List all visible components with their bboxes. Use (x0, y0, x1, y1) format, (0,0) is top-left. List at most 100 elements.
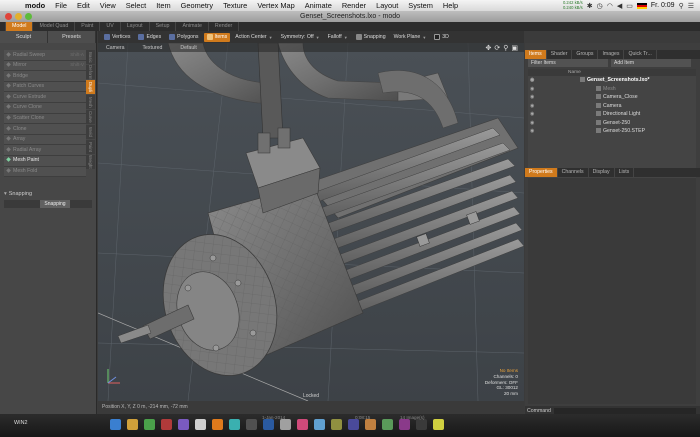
tab-model[interactable]: Model (6, 22, 34, 31)
snapping-section-header[interactable]: ▾ Snapping (4, 191, 32, 197)
view-camera-label[interactable]: Camera (106, 45, 124, 51)
time-machine-icon[interactable]: ◷ (597, 2, 603, 10)
move-view-icon[interactable]: ✥ (485, 44, 491, 52)
app-icon[interactable] (297, 419, 308, 430)
spotlight-icon[interactable]: ⚲ (679, 2, 684, 10)
visibility-eye-icon[interactable]: ◉ (530, 127, 534, 136)
menu-view[interactable]: View (95, 1, 121, 10)
snapping-toggle[interactable]: Snapping (353, 33, 389, 42)
menu-vertex-map[interactable]: Vertex Map (252, 1, 299, 10)
tab-sculpt[interactable]: Sculpt (0, 31, 48, 43)
tool-patch-curves[interactable]: ◆ Patch Curves (4, 81, 86, 93)
polygons-button[interactable]: Polygons (166, 33, 201, 42)
3d-viewport[interactable]: Camera Textured Default ✥ ⟳ ⚲ ▣ No Items… (98, 43, 524, 401)
vertices-button[interactable]: Vertices (101, 33, 133, 42)
app-icon[interactable] (110, 419, 121, 430)
tab-presets[interactable]: Presets (48, 31, 96, 43)
app-icon[interactable] (229, 419, 240, 430)
tree-item[interactable]: ◉ Genset-250.STEP (528, 127, 696, 136)
tree-item[interactable]: ◉ Camera_Close (528, 93, 696, 102)
maximize-view-icon[interactable]: ▣ (511, 44, 518, 52)
tree-item[interactable]: ◉ Directional Light (528, 110, 696, 119)
tree-item[interactable]: ◉ Genset_Screenshots.lxo* (528, 76, 696, 85)
menu-help[interactable]: Help (438, 1, 463, 10)
tab-animate[interactable]: Animate (176, 22, 209, 31)
vtab-dupli[interactable]: Dupli (86, 80, 95, 94)
close-window-icon[interactable] (5, 13, 12, 20)
tree-item[interactable]: ◉ Camera (528, 102, 696, 111)
vtab-basic[interactable]: Basic (86, 50, 95, 64)
vtab-curve[interactable]: Curve (86, 110, 95, 124)
tab-layout[interactable]: Layout (121, 22, 150, 31)
tab-lists[interactable]: Lists (615, 168, 635, 177)
tab-channels[interactable]: Channels (558, 168, 589, 177)
notification-icon[interactable]: ☰ (688, 2, 694, 10)
vtab-weld[interactable]: Weld (86, 125, 95, 139)
tool-mirror[interactable]: ◆ Mirror Shift-V (4, 60, 86, 72)
input-flag-icon[interactable] (636, 2, 647, 9)
app-icon[interactable] (314, 419, 325, 430)
clock[interactable]: Fr. 0:09 (651, 2, 675, 9)
items-button[interactable]: Items (203, 32, 231, 42)
app-icon[interactable] (348, 419, 359, 430)
viewport-scene[interactable] (98, 43, 524, 401)
tab-properties[interactable]: Properties (525, 168, 558, 177)
tab-display[interactable]: Display (589, 168, 615, 177)
menu-file[interactable]: File (50, 1, 72, 10)
app-icon[interactable] (263, 419, 274, 430)
bluetooth-icon[interactable]: ✱ (587, 2, 593, 10)
menu-geometry[interactable]: Geometry (176, 1, 218, 10)
rotate-view-icon[interactable]: ⟳ (494, 44, 500, 52)
tab-items[interactable]: Items (525, 50, 547, 59)
view-shading-label[interactable]: Default (180, 45, 196, 51)
menu-texture[interactable]: Texture (218, 1, 252, 10)
app-icon[interactable] (382, 419, 393, 430)
tab-model-quad[interactable]: Model Quad (33, 22, 76, 31)
visibility-eye-icon[interactable]: ◉ (530, 102, 534, 111)
tool-mesh-paint[interactable]: ◆ Mesh Paint (4, 155, 86, 167)
snapping-button[interactable]: Snapping (40, 200, 70, 208)
menu-render[interactable]: Render (337, 1, 371, 10)
minimize-window-icon[interactable] (15, 13, 22, 20)
zoom-view-icon[interactable]: ⚲ (503, 44, 508, 52)
app-icon[interactable] (144, 419, 155, 430)
work-plane-dropdown[interactable]: Work Plane ▼ (391, 33, 430, 42)
visibility-eye-icon[interactable]: ◉ (530, 110, 534, 119)
tree-item[interactable]: ◉ Genset-250 (528, 119, 696, 128)
edges-button[interactable]: Edges (135, 33, 164, 42)
app-icon[interactable] (212, 419, 223, 430)
tab-uv[interactable]: UV (100, 22, 121, 31)
menu-select[interactable]: Select (121, 1, 152, 10)
menu-modo[interactable]: modo (20, 1, 50, 10)
app-icon[interactable] (127, 419, 138, 430)
volume-icon[interactable]: ◀ (617, 2, 622, 10)
visibility-eye-icon[interactable]: ◉ (530, 93, 534, 102)
symmetry-dropdown[interactable]: Symmetry: Off ▼ (278, 33, 323, 42)
tool-radial-array[interactable]: ◆ Radial Array (4, 145, 86, 156)
action-center-dropdown[interactable]: Action Center ▼ (232, 33, 275, 42)
menu-item[interactable]: Item (151, 1, 175, 10)
tab-shader[interactable]: Shader (547, 50, 573, 59)
app-icon[interactable] (195, 419, 206, 430)
tool-bridge[interactable]: ◆ Bridge (4, 71, 86, 82)
tab-quick-tr-[interactable]: Quick Tr... (624, 50, 657, 59)
vtab-mesh[interactable]: Mesh (86, 95, 95, 109)
view-mode-label[interactable]: Textured (142, 45, 162, 51)
tool-mesh-fold[interactable]: ◆ Mesh Fold (4, 166, 86, 178)
tab-paint[interactable]: Paint (75, 22, 101, 31)
menu-layout[interactable]: Layout (371, 1, 403, 10)
tab-images[interactable]: Images (598, 50, 625, 59)
tool-scatter-clone[interactable]: ◆ Scatter Clone (4, 113, 86, 125)
tab-setup[interactable]: Setup (150, 22, 177, 31)
taskbar-window-label[interactable]: WIN2 (14, 420, 27, 426)
tab-render[interactable]: Render (209, 22, 240, 31)
falloff-dropdown[interactable]: Falloff ▼ (325, 33, 351, 42)
menu-edit[interactable]: Edit (72, 1, 95, 10)
collapse-triangle-icon[interactable]: ▾ (4, 191, 7, 197)
vtab-deform[interactable]: Deform (86, 65, 95, 79)
tool-array[interactable]: ◆ Array (4, 134, 86, 146)
visibility-eye-icon[interactable]: ◉ (530, 76, 534, 85)
app-icon[interactable] (365, 419, 376, 430)
app-icon[interactable] (399, 419, 410, 430)
vtab-weight[interactable]: Weight (86, 155, 95, 169)
